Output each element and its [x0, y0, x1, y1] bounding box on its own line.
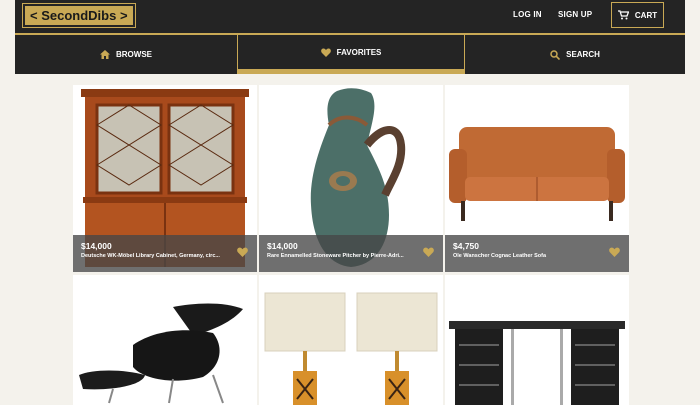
product-card[interactable]: $4,750 Ole Wanscher Cognac Leather Sofa	[445, 85, 629, 272]
logo[interactable]: < SecondDibs >	[22, 3, 136, 28]
product-card[interactable]	[259, 275, 443, 405]
tab-search[interactable]: SEARCH	[465, 35, 685, 74]
login-link[interactable]: LOG IN	[513, 10, 542, 19]
lounge-chair-image	[73, 275, 257, 405]
tab-browse-label: BROWSE	[116, 50, 152, 59]
cart-icon	[617, 10, 629, 20]
product-title: Deutsche WK-Möbel Library Cabinet, Germa…	[81, 253, 220, 259]
product-price: $4,750	[453, 241, 479, 251]
tab-search-label: SEARCH	[566, 50, 600, 59]
product-card[interactable]	[73, 275, 257, 405]
desk-image	[445, 275, 629, 405]
heart-icon	[320, 48, 331, 57]
home-icon	[100, 50, 110, 59]
tab-browse[interactable]: BROWSE	[15, 35, 237, 74]
product-caption: $4,750 Ole Wanscher Cognac Leather Sofa	[445, 235, 629, 272]
product-card[interactable]: $14,000 Deutsche WK-Möbel Library Cabine…	[73, 85, 257, 272]
product-caption: $14,000 Rare Ennamelled Stoneware Pitche…	[259, 235, 443, 272]
cart-button[interactable]: CART	[611, 2, 664, 28]
favorite-heart-icon[interactable]	[237, 247, 248, 257]
tab-favorites-label: FAVORITES	[336, 47, 382, 57]
lamps-image	[259, 275, 443, 405]
product-title: Rare Ennamelled Stoneware Pitcher by Pie…	[267, 253, 404, 259]
tab-favorites[interactable]: FAVORITES	[238, 35, 464, 74]
cart-label: CART	[634, 10, 658, 20]
product-card[interactable]	[445, 275, 629, 405]
product-price: $14,000	[81, 241, 112, 251]
product-price: $14,000	[267, 241, 298, 251]
search-icon	[550, 49, 561, 60]
tab-bar: BROWSE FAVORITES SEARCH	[15, 33, 685, 74]
product-caption: $14,000 Deutsche WK-Möbel Library Cabine…	[73, 235, 257, 272]
favorite-heart-icon[interactable]	[423, 247, 434, 257]
signup-link[interactable]: SIGN UP	[558, 10, 592, 19]
favorite-heart-icon[interactable]	[609, 247, 620, 257]
product-card[interactable]: $14,000 Rare Ennamelled Stoneware Pitche…	[259, 85, 443, 272]
product-title: Ole Wanscher Cognac Leather Sofa	[453, 253, 547, 259]
top-bar: < SecondDibs > LOG IN SIGN UP CART	[15, 0, 685, 33]
